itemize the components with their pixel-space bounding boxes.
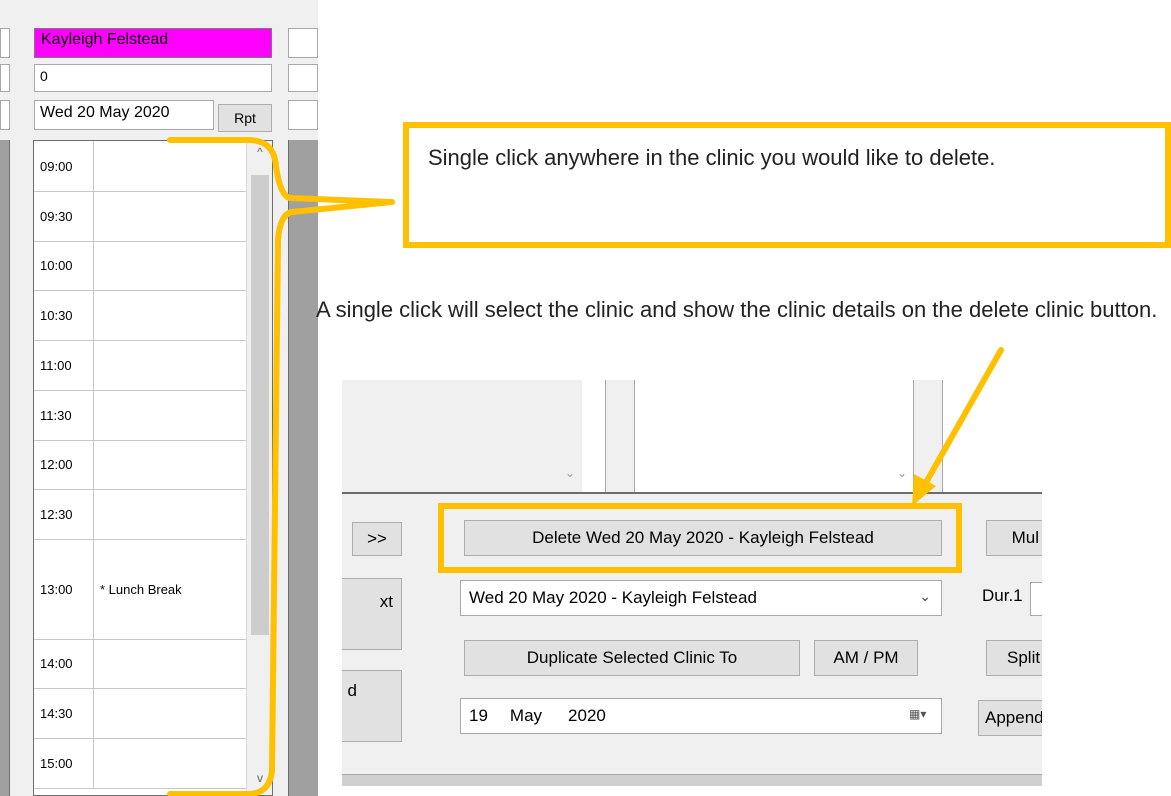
arrow-line bbox=[921, 347, 1004, 489]
annotation-overlay bbox=[167, 137, 1004, 796]
bracket-connector bbox=[167, 137, 395, 796]
arrow-head-icon bbox=[912, 474, 936, 506]
